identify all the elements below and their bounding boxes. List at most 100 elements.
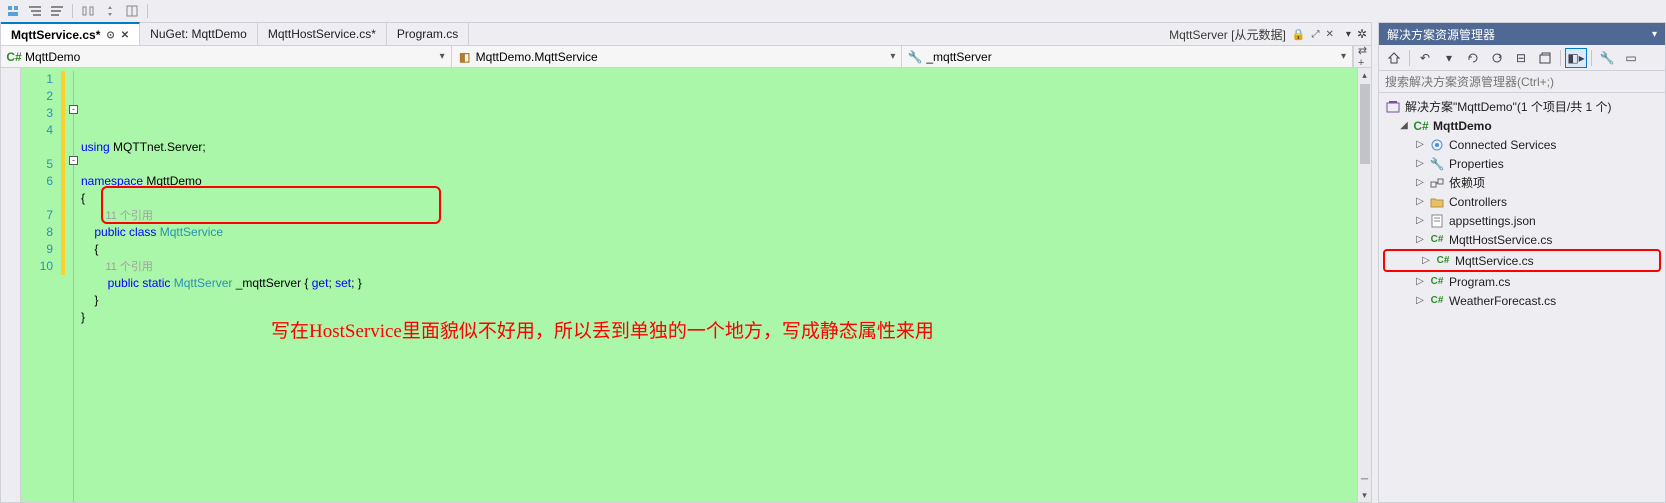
solution-explorer-toolbar: ↶ ▾ ⊟ ◧▸ 🔧 ▭ xyxy=(1379,45,1665,71)
folder-icon xyxy=(1429,196,1445,208)
tab-mqttservice[interactable]: MqttService.cs* ⊙ ✕ xyxy=(1,22,140,45)
csharp-file-icon: C# xyxy=(1429,234,1445,245)
tool-icon-f[interactable] xyxy=(123,2,141,20)
tool-icon-a[interactable] xyxy=(4,2,22,20)
scroll-up[interactable]: ▴ xyxy=(1358,68,1371,82)
tab-label: Program.cs xyxy=(397,27,458,41)
csharp-project-icon: C# xyxy=(7,50,21,64)
expand-toggle[interactable]: ▷ xyxy=(1415,234,1425,245)
solution-node[interactable]: 解决方案"MqttDemo"(1 个项目/共 1 个) xyxy=(1379,97,1665,116)
search-input[interactable] xyxy=(1379,72,1665,92)
code-line[interactable] xyxy=(81,156,1357,173)
refresh-icon[interactable] xyxy=(1486,48,1508,68)
expand-toggle[interactable]: ▷ xyxy=(1415,196,1425,207)
class-dropdown[interactable]: ◧ MqttDemo.MqttService ▾ xyxy=(452,46,903,67)
tool-icon-b[interactable] xyxy=(26,2,44,20)
tab-nuget[interactable]: NuGet: MqttDemo xyxy=(140,23,258,45)
code-line[interactable]: public class MqttService xyxy=(81,224,1357,241)
tree-node[interactable]: ▷依赖项 xyxy=(1379,173,1665,192)
home-icon[interactable] xyxy=(1383,48,1405,68)
tree-node[interactable]: ▷C#WeatherForecast.cs xyxy=(1379,291,1665,310)
tree-node[interactable]: ▷ Connected Services xyxy=(1379,135,1665,154)
fold-column[interactable]: - - xyxy=(67,68,81,502)
tree-node-label: Properties xyxy=(1449,157,1504,171)
panel-menu[interactable]: ▾ xyxy=(1652,29,1657,40)
project-dropdown-label: MqttDemo xyxy=(25,50,80,64)
sync-icon[interactable] xyxy=(1462,48,1484,68)
project-node[interactable]: ◢ C# MqttDemo xyxy=(1379,116,1665,135)
tool-icon-c[interactable] xyxy=(48,2,66,20)
expand-toggle[interactable]: ◢ xyxy=(1399,120,1409,131)
tree-node-label: Controllers xyxy=(1449,195,1507,209)
tool-icon-d[interactable] xyxy=(79,2,97,20)
dependencies-icon xyxy=(1429,176,1445,190)
tab-mqtthostservice[interactable]: MqttHostService.cs* xyxy=(258,23,387,45)
expand-toggle[interactable]: ▷ xyxy=(1415,177,1425,188)
solution-tree[interactable]: 解决方案"MqttDemo"(1 个项目/共 1 个) ◢ C# MqttDem… xyxy=(1379,93,1665,502)
tab-program[interactable]: Program.cs xyxy=(387,23,469,45)
tab-label: MqttHostService.cs* xyxy=(268,27,376,41)
expand-toggle[interactable]: ▷ xyxy=(1421,255,1431,266)
preview-icon[interactable]: ▭ xyxy=(1620,48,1642,68)
close-icon[interactable]: ✕ xyxy=(1326,29,1334,40)
split-button[interactable]: ─ xyxy=(1361,474,1368,488)
tree-node[interactable]: ▷ Controllers xyxy=(1379,192,1665,211)
forward-icon[interactable]: ▾ xyxy=(1438,48,1460,68)
tab-strip: MqttService.cs* ⊙ ✕ NuGet: MqttDemo Mqtt… xyxy=(1,23,1371,46)
expand-toggle[interactable]: ▷ xyxy=(1415,276,1425,287)
tree-node[interactable]: ▷C#MqttHostService.cs xyxy=(1379,230,1665,249)
fold-toggle[interactable]: - xyxy=(69,156,78,165)
tree-node[interactable]: ▷ C# Program.cs xyxy=(1379,272,1665,291)
preview-tab-label: MqttServer [从元数据] xyxy=(1169,26,1286,43)
member-dropdown[interactable]: 🔧 _mqttServer ▾ xyxy=(902,46,1353,67)
code-line[interactable]: using MQTTnet.Server; xyxy=(81,139,1357,156)
expand-toggle[interactable]: ▷ xyxy=(1415,295,1425,306)
pin-icon[interactable]: ⊙ xyxy=(106,30,114,41)
separator xyxy=(147,4,148,18)
tree-node-label: Connected Services xyxy=(1449,138,1556,152)
showall-icon[interactable] xyxy=(1534,48,1556,68)
tree-node-label: Program.cs xyxy=(1449,275,1510,289)
tree-node[interactable]: ▷appsettings.json xyxy=(1379,211,1665,230)
member-dropdown-label: _mqttServer xyxy=(926,50,991,64)
csharp-file-icon: C# xyxy=(1429,295,1445,306)
tree-node[interactable]: ▷🔧Properties xyxy=(1379,154,1665,173)
code-line[interactable]: { xyxy=(81,241,1357,258)
chevron-down-icon: ▾ xyxy=(440,51,445,62)
expand-toggle[interactable]: ▷ xyxy=(1415,139,1425,150)
fold-toggle[interactable]: - xyxy=(69,105,78,114)
code-line[interactable]: public static MqttServer _mqttServer { g… xyxy=(81,275,1357,292)
scroll-thumb[interactable] xyxy=(1360,84,1370,164)
csharp-file-icon: C# xyxy=(1429,276,1445,287)
code-editor[interactable]: 12345678910 - - 写在HostService里面貌似不好用，所以丢… xyxy=(1,68,1371,502)
tool-icon-e[interactable] xyxy=(101,2,119,20)
swap-view-button[interactable]: ⇄+ xyxy=(1353,46,1371,67)
csharp-file-icon: C# xyxy=(1435,255,1451,266)
tab-label: MqttService.cs* xyxy=(11,28,100,42)
expand-toggle[interactable]: ▷ xyxy=(1415,158,1425,169)
navigation-dropdowns: C# MqttDemo ▾ ◧ MqttDemo.MqttService ▾ 🔧… xyxy=(1,46,1371,68)
csharp-project-icon: C# xyxy=(1413,119,1429,133)
tabs-overflow-icon[interactable]: ▾ xyxy=(1346,29,1351,40)
close-icon[interactable]: ✕ xyxy=(121,30,129,41)
scroll-down[interactable]: ▾ xyxy=(1358,488,1371,502)
collapse-icon[interactable]: ⊟ xyxy=(1510,48,1532,68)
expand-toggle[interactable]: ▷ xyxy=(1415,215,1425,226)
tree-node[interactable]: ▷ C# MqttService.cs xyxy=(1385,251,1659,270)
back-icon[interactable]: ↶ xyxy=(1414,48,1436,68)
solution-explorer-title-label: 解决方案资源管理器 xyxy=(1387,26,1495,43)
tree-node-label: MqttService.cs xyxy=(1455,254,1534,268)
code-text[interactable]: 写在HostService里面貌似不好用，所以丢到单独的一个地方，写成静态属性来… xyxy=(81,68,1357,502)
solution-explorer-title: 解决方案资源管理器 ▾ xyxy=(1379,23,1665,45)
breakpoint-margin[interactable] xyxy=(1,68,21,502)
codelens-line[interactable]: 11 个引用 xyxy=(81,258,1357,275)
vertical-scrollbar[interactable]: ▴ ─ ▾ xyxy=(1357,68,1371,502)
promote-icon[interactable]: ⤢ xyxy=(1312,29,1320,40)
code-line[interactable]: } xyxy=(81,292,1357,309)
project-dropdown[interactable]: C# MqttDemo ▾ xyxy=(1,46,452,67)
solution-explorer-search[interactable] xyxy=(1379,71,1665,93)
properties-icon[interactable]: 🔧 xyxy=(1596,48,1618,68)
preview-tab[interactable]: MqttServer [从元数据] 🔒 ⤢ ✕ xyxy=(1161,23,1342,45)
view-switch-icon[interactable]: ◧▸ xyxy=(1565,48,1587,68)
settings-icon[interactable]: ✲ xyxy=(1357,27,1367,41)
